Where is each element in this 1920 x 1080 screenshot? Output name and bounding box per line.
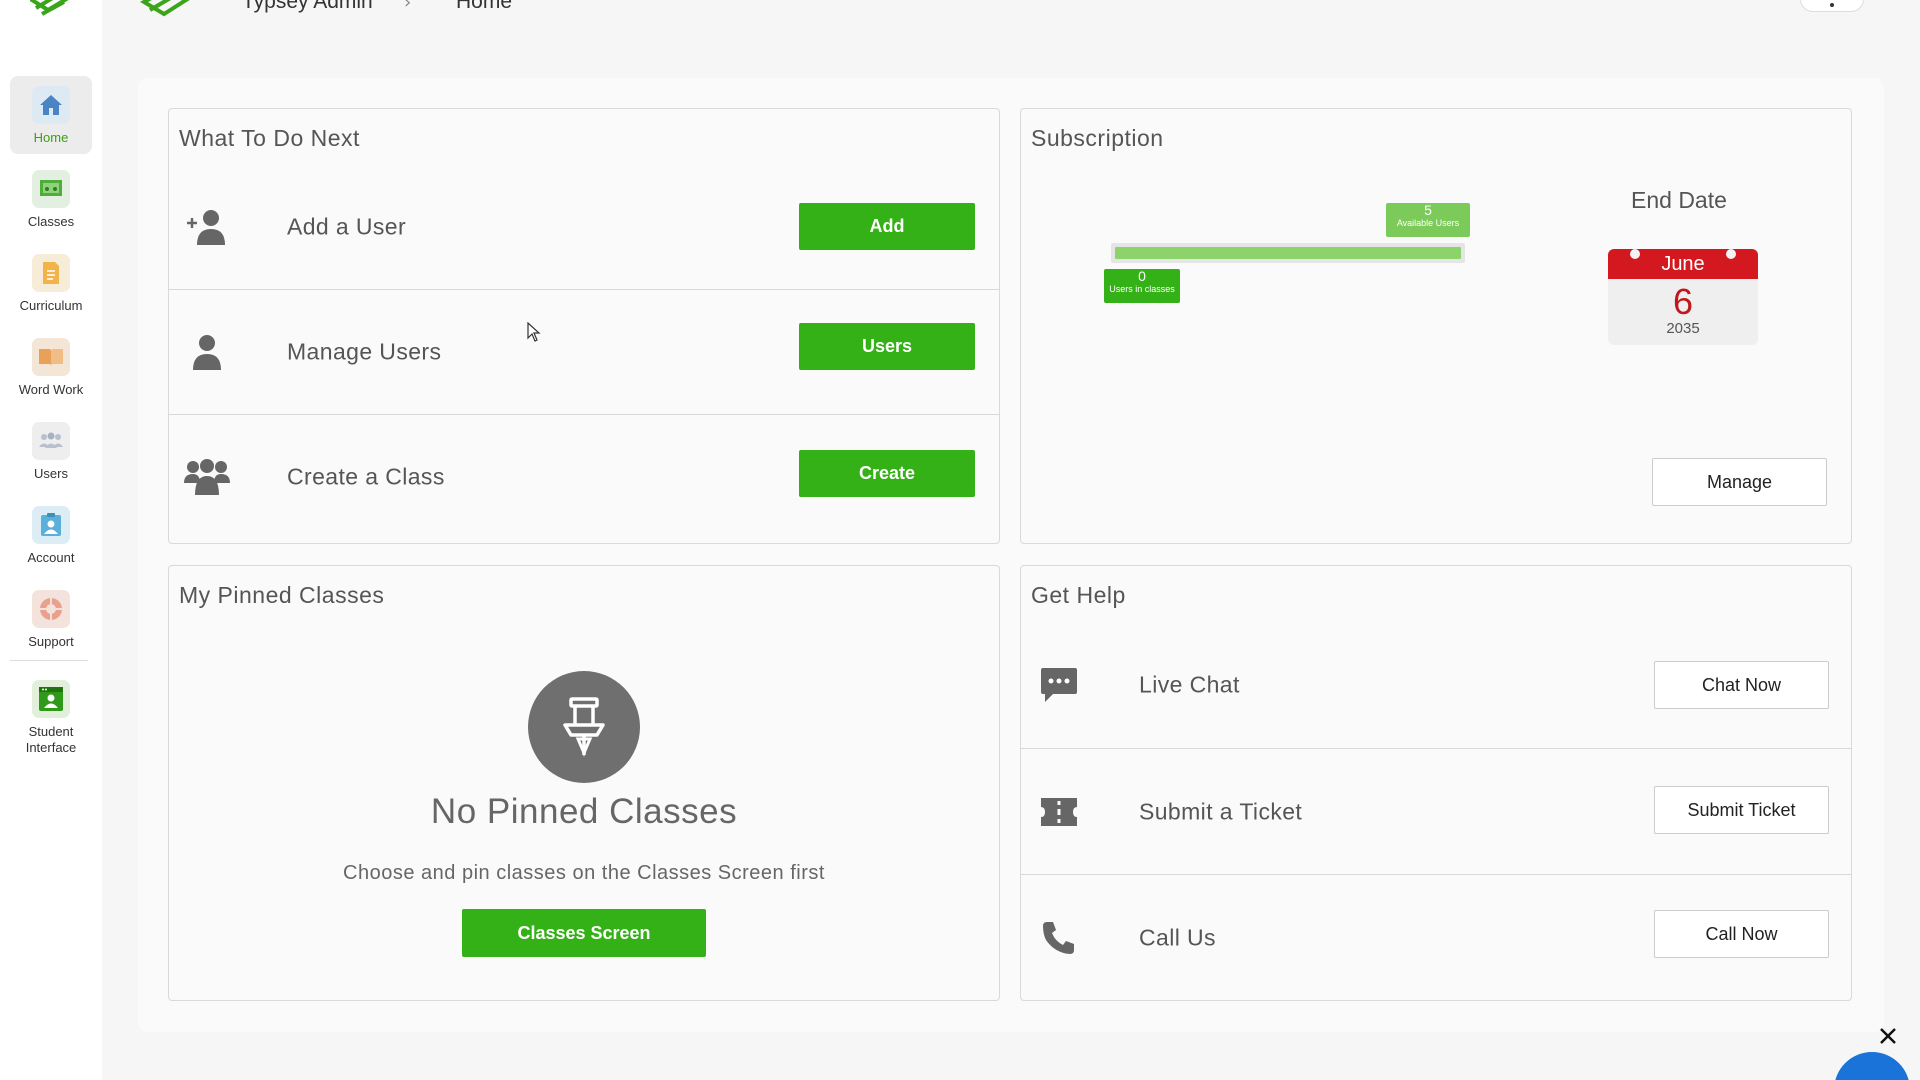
empty-state-title: No Pinned Classes xyxy=(430,792,738,831)
sidebar-item-users[interactable]: Users xyxy=(10,412,92,490)
calendar-day: 6 xyxy=(1672,281,1694,322)
card-title: What To Do Next xyxy=(179,125,360,151)
subscription-usage-fill xyxy=(1115,247,1461,259)
get-help-card: Get Help Live Chat Chat Now Submit a Tic… xyxy=(1020,565,1852,1001)
calendar-ring-icon xyxy=(1630,249,1640,259)
sidebar-item-label: Classes xyxy=(27,214,75,229)
student-interface-icon xyxy=(32,680,70,718)
logo-icon[interactable] xyxy=(28,0,72,22)
sidebar-item-word-work[interactable]: Word Work xyxy=(10,328,92,406)
users-icon xyxy=(32,422,70,460)
calendar-year: 2035 xyxy=(1666,320,1700,337)
what-to-do-next-card: What To Do Next Add a User Add Manage Us… xyxy=(168,108,1000,544)
subscription-usage-bar xyxy=(1111,243,1465,263)
pin-icon xyxy=(528,671,640,783)
user-icon xyxy=(183,330,231,374)
sidebar-divider xyxy=(10,660,88,661)
sidebar-item-label: Home xyxy=(33,130,69,145)
call-now-button[interactable]: Call Now xyxy=(1654,910,1829,958)
home-icon xyxy=(32,86,70,124)
more-options-button[interactable] xyxy=(1800,0,1864,12)
dashboard: What To Do Next Add a User Add Manage Us… xyxy=(138,78,1884,1032)
sidebar-item-home[interactable]: Home xyxy=(10,76,92,154)
kebab-dot-icon xyxy=(1830,3,1834,7)
account-icon xyxy=(32,506,70,544)
end-date-label: End Date xyxy=(1631,187,1727,213)
sidebar-item-label: Curriculum xyxy=(19,298,83,313)
calendar-ring-icon xyxy=(1726,249,1736,259)
users-in-classes-count: 0 xyxy=(1138,268,1146,284)
phone-icon xyxy=(1035,916,1083,960)
help-row-call-us: Call Us Call Now xyxy=(1021,874,1851,1001)
sidebar-item-label: Word Work xyxy=(18,382,84,397)
classes-icon xyxy=(32,170,70,208)
group-icon xyxy=(183,455,231,499)
support-icon xyxy=(32,590,70,628)
available-users-tag: 5 Available Users xyxy=(1386,203,1470,237)
row-label: Create a Class xyxy=(287,463,445,490)
row-label: Call Us xyxy=(1139,924,1216,951)
help-row-live-chat: Live Chat Chat Now xyxy=(1021,622,1851,748)
sidebar-item-label: Support xyxy=(28,634,74,649)
empty-state-description: Choose and pin classes on the Classes Sc… xyxy=(343,862,825,884)
close-icon[interactable] xyxy=(1876,1024,1900,1048)
chat-widget-button[interactable] xyxy=(1834,1052,1910,1080)
add-user-icon xyxy=(183,205,231,249)
breadcrumb-home: Home xyxy=(456,0,513,13)
end-date-calendar: June 6 2035 xyxy=(1608,249,1758,345)
chat-icon xyxy=(1035,663,1083,707)
help-row-submit-ticket: Submit a Ticket Submit Ticket xyxy=(1021,748,1851,874)
sidebar-item-curriculum[interactable]: Curriculum xyxy=(10,244,92,322)
users-in-classes-label: Users in classes xyxy=(1109,284,1175,294)
card-title: My Pinned Classes xyxy=(179,582,385,608)
ticket-icon xyxy=(1035,790,1083,834)
row-label: Add a User xyxy=(287,213,407,239)
create-button[interactable]: Create xyxy=(799,450,975,497)
pinned-classes-card: My Pinned Classes No Pinned Classes Choo… xyxy=(168,565,1000,1001)
classes-screen-button[interactable]: Classes Screen xyxy=(462,909,706,957)
sidebar-item-student-interface[interactable]: Student Interface xyxy=(10,670,92,760)
available-users-label: Available Users xyxy=(1396,218,1460,228)
row-label: Submit a Ticket xyxy=(1139,798,1303,824)
todo-row-create-class: Create a Class Create xyxy=(169,414,999,539)
card-title: Subscription xyxy=(1031,125,1164,151)
users-button[interactable]: Users xyxy=(799,323,975,370)
sidebar-item-label: Users xyxy=(34,466,68,481)
subscription-card: Subscription 5 Available Users 0 Users i… xyxy=(1020,108,1852,544)
users-in-classes-tag: 0 Users in classes xyxy=(1104,269,1180,303)
sidebar-item-account[interactable]: Account xyxy=(10,496,92,574)
card-title: Get Help xyxy=(1031,582,1126,608)
brand-logo-icon[interactable] xyxy=(139,0,190,24)
available-users-count: 5 xyxy=(1424,202,1432,218)
submit-ticket-button[interactable]: Submit Ticket xyxy=(1654,786,1829,834)
breadcrumb-admin[interactable]: Typsey Admin xyxy=(242,0,373,14)
sidebar-item-label: Student Interface xyxy=(25,724,77,755)
todo-row-add-user: Add a User Add xyxy=(169,164,999,289)
curriculum-icon xyxy=(32,254,70,292)
mouse-cursor-icon xyxy=(527,321,541,346)
todo-row-manage-users: Manage Users Users xyxy=(169,289,999,414)
breadcrumb-separator: › xyxy=(404,0,412,13)
word-work-icon xyxy=(32,338,70,376)
sidebar-item-label: Account xyxy=(27,550,75,565)
row-label: Live Chat xyxy=(1139,671,1240,698)
row-label: Manage Users xyxy=(287,338,442,365)
add-button[interactable]: Add xyxy=(799,203,975,250)
manage-button[interactable]: Manage xyxy=(1652,458,1827,506)
sidebar-item-support[interactable]: Support xyxy=(10,580,92,658)
sidebar-item-classes[interactable]: Classes xyxy=(10,160,92,238)
sidebar: Home Classes Curriculum Word Work Users … xyxy=(0,0,102,1080)
top-header: Typsey Admin › Home xyxy=(102,0,1920,40)
chat-now-button[interactable]: Chat Now xyxy=(1654,661,1829,709)
